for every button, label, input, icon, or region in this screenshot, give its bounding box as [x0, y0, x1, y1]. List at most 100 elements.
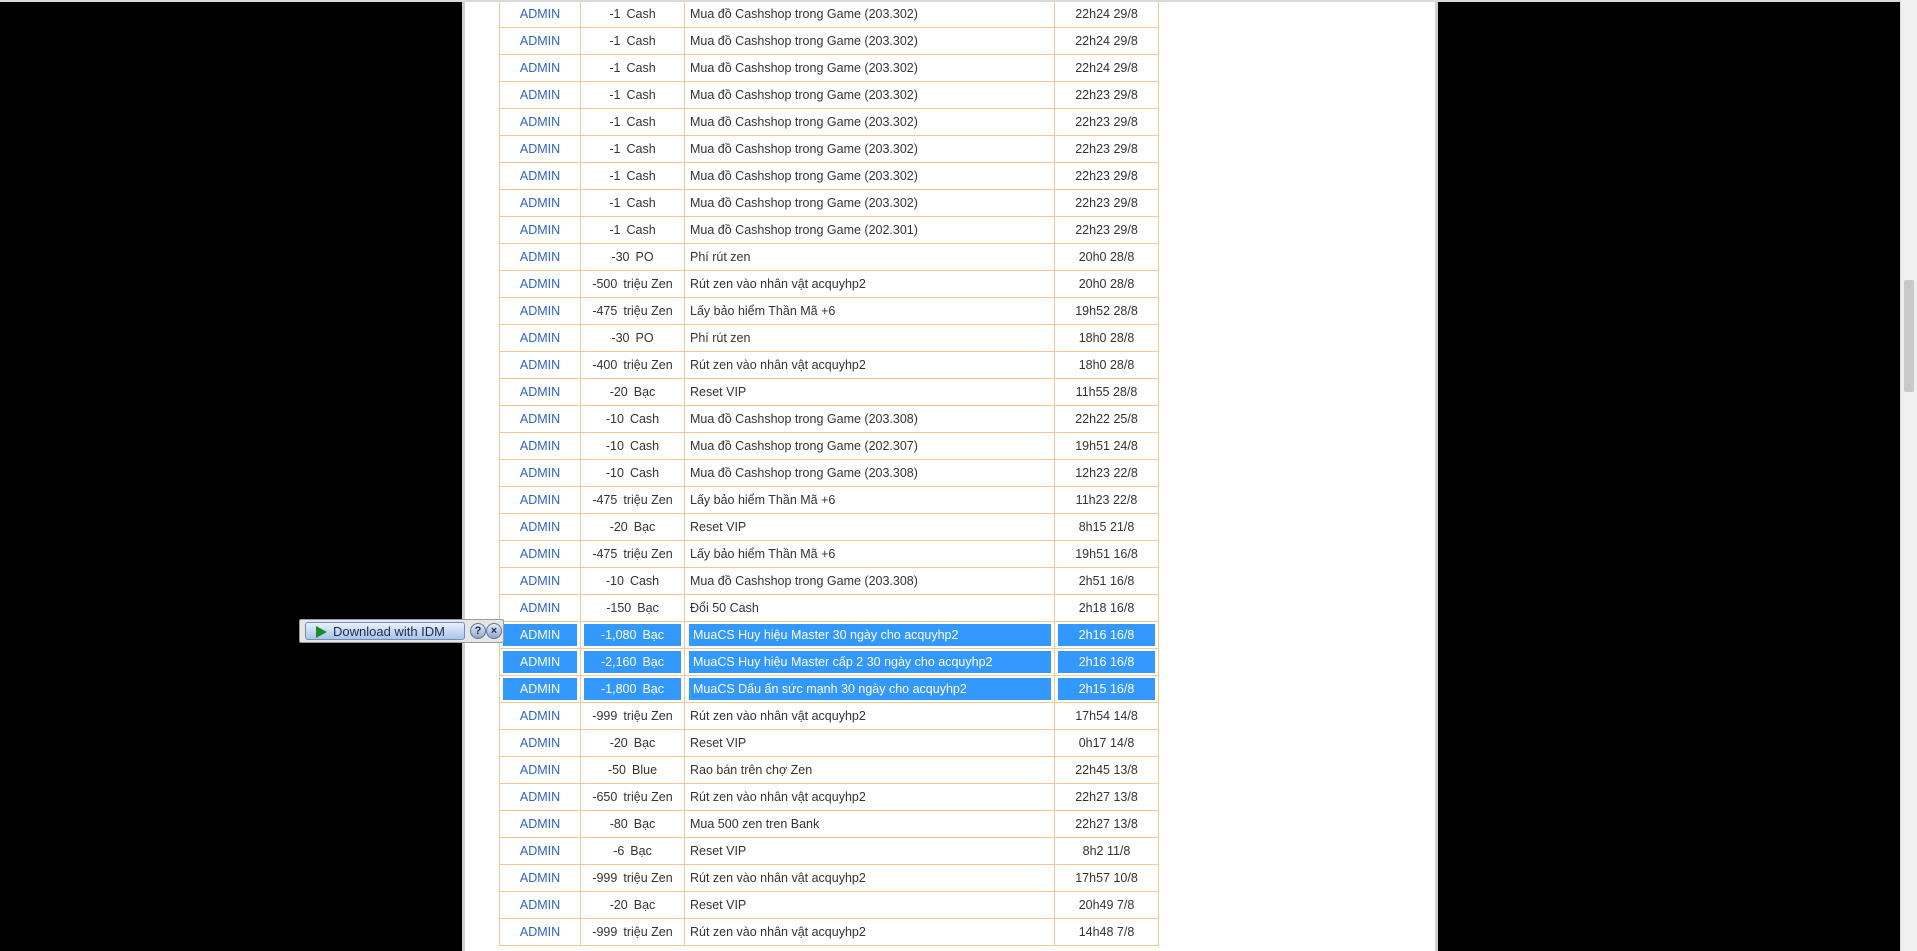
table-row: ADMIN -1 Cash Mua đồ Cashshop trong Game (2…	[499, 162, 1159, 190]
user-link[interactable]: ADMIN	[520, 898, 560, 912]
vertical-scrollbar[interactable]	[1900, 0, 1917, 951]
user-link[interactable]: ADMIN	[520, 547, 560, 561]
user-link[interactable]: ADMIN	[520, 493, 560, 507]
user-link[interactable]: ADMIN	[520, 574, 560, 588]
description-cell-content: Mua đồ Cashshop trong Game (203.302)	[690, 169, 918, 183]
description-cell: Reset VIP	[684, 729, 1055, 757]
table-row: ADMIN -1 Cash Mua đồ Cashshop trong Game (2…	[499, 81, 1159, 109]
description-cell: MuaCS Huy hiệu Master 30 ngày cho acquyh…	[684, 621, 1055, 649]
user-cell-content: ADMIN	[520, 790, 560, 804]
table-row: ADMIN -475 triệu Zen Lấy bảo hiểm Thần Mã +…	[499, 486, 1159, 514]
amount-value: -30	[611, 250, 630, 264]
time-cell-content: 22h23 29/8	[1075, 196, 1138, 210]
user-cell-content: ADMIN	[520, 871, 560, 885]
user-link[interactable]: ADMIN	[520, 655, 560, 669]
user-link[interactable]: ADMIN	[520, 790, 560, 804]
user-link[interactable]: ADMIN	[520, 628, 560, 642]
amount-cell-content: -1 Cash	[609, 223, 655, 237]
user-cell-content: ADMIN	[520, 169, 560, 183]
time-text: 14h48 7/8	[1078, 925, 1135, 939]
time-cell-content: 22h23 29/8	[1075, 223, 1138, 237]
user-link[interactable]: ADMIN	[520, 844, 560, 858]
time-text: 22h27 13/8	[1075, 817, 1138, 831]
table-row: ADMIN -500 triệu Zen Rút zen vào nhân vật a…	[499, 270, 1159, 298]
user-link[interactable]: ADMIN	[520, 925, 560, 939]
user-link[interactable]: ADMIN	[520, 412, 560, 426]
description-cell-content: Mua đồ Cashshop trong Game (203.302)	[690, 142, 918, 156]
user-link[interactable]: ADMIN	[520, 466, 560, 480]
user-link[interactable]: ADMIN	[520, 223, 560, 237]
user-link[interactable]: ADMIN	[520, 601, 560, 615]
time-cell-content: 22h27 13/8	[1075, 790, 1138, 804]
amount-cell-content: -20 Bạc	[610, 385, 656, 399]
description-cell: Mua đồ Cashshop trong Game (202.301)	[684, 216, 1055, 244]
user-link[interactable]: ADMIN	[520, 736, 560, 750]
time-cell-content: 22h45 13/8	[1075, 763, 1138, 777]
amount-cell-content: -1 Cash	[609, 115, 655, 129]
help-icon[interactable]: ?	[470, 623, 486, 639]
user-link[interactable]: ADMIN	[520, 61, 560, 75]
description-text: Mua đồ Cashshop trong Game (203.302)	[690, 34, 918, 48]
user-cell-content: ADMIN	[520, 358, 560, 372]
user-cell-content: ADMIN	[520, 898, 560, 912]
idm-download-panel: Download with IDM ? ×	[299, 619, 504, 643]
table-row: ADMIN -1 Cash Mua đồ Cashshop trong Game (2…	[499, 216, 1159, 244]
table-row: ADMIN -20 Bạc Reset VIP 11h55 28/8	[499, 378, 1159, 406]
user-link[interactable]: ADMIN	[520, 331, 560, 345]
time-cell-content: 22h23 29/8	[1075, 88, 1138, 102]
amount-value: -1	[609, 142, 621, 156]
time-text: 22h24 29/8	[1075, 34, 1138, 48]
user-link[interactable]: ADMIN	[520, 304, 560, 318]
amount-cell: -475 triệu Zen	[580, 486, 685, 514]
user-link[interactable]: ADMIN	[520, 439, 560, 453]
table-row: ADMIN -999 triệu Zen Rút zen vào nhân vật a…	[499, 702, 1159, 730]
user-link[interactable]: ADMIN	[520, 34, 560, 48]
user-link[interactable]: ADMIN	[520, 763, 560, 777]
download-with-idm-button[interactable]: Download with IDM	[305, 622, 465, 640]
description-cell: Mua đồ Cashshop trong Game (203.302)	[684, 54, 1055, 82]
time-cell: 17h54 14/8	[1054, 702, 1159, 730]
time-cell-content: 22h23 29/8	[1075, 169, 1138, 183]
user-link[interactable]: ADMIN	[520, 709, 560, 723]
user-link[interactable]: ADMIN	[520, 142, 560, 156]
user-cell-content: ADMIN	[520, 223, 560, 237]
time-cell: 22h23 29/8	[1054, 189, 1159, 217]
user-link[interactable]: ADMIN	[520, 277, 560, 291]
time-cell: 2h18 16/8	[1054, 594, 1159, 622]
table-row: ADMIN -1 Cash Mua đồ Cashshop trong Game (2…	[499, 189, 1159, 217]
time-cell: 22h27 13/8	[1054, 810, 1159, 838]
user-link[interactable]: ADMIN	[520, 817, 560, 831]
user-link[interactable]: ADMIN	[520, 196, 560, 210]
close-icon[interactable]: ×	[486, 623, 502, 639]
description-cell-content: Mua đồ Cashshop trong Game (203.302)	[690, 196, 918, 210]
user-link[interactable]: ADMIN	[520, 169, 560, 183]
table-row: ADMIN -400 triệu Zen Rút zen vào nhân vật a…	[499, 351, 1159, 379]
scrollbar-thumb[interactable]	[1904, 280, 1914, 392]
user-cell: ADMIN	[499, 891, 581, 919]
description-cell: Mua đồ Cashshop trong Game (203.308)	[684, 405, 1055, 433]
amount-value: -80	[609, 817, 628, 831]
user-link[interactable]: ADMIN	[520, 7, 560, 21]
user-link[interactable]: ADMIN	[520, 115, 560, 129]
time-text: 18h0 28/8	[1078, 358, 1135, 372]
user-link[interactable]: ADMIN	[520, 358, 560, 372]
description-cell-content: Đổi 50 Cash	[690, 601, 759, 615]
user-link[interactable]: ADMIN	[520, 682, 560, 696]
time-cell-content: 14h48 7/8	[1079, 925, 1135, 939]
table-row: ADMIN -1 Cash Mua đồ Cashshop trong Game (2…	[499, 27, 1159, 55]
description-text: Mua đồ Cashshop trong Game (203.302)	[690, 142, 918, 156]
user-link[interactable]: ADMIN	[520, 385, 560, 399]
description-text: Mua 500 zen tren Bank	[690, 817, 820, 831]
user-cell: ADMIN	[499, 189, 581, 217]
idm-button-label: Download with IDM	[333, 624, 445, 639]
description-cell: Rút zen vào nhân vật acquyhp2	[684, 864, 1055, 892]
user-link[interactable]: ADMIN	[520, 871, 560, 885]
amount-cell-content: -1 Cash	[609, 169, 655, 183]
user-cell-content: ADMIN	[520, 304, 560, 318]
user-link[interactable]: ADMIN	[520, 250, 560, 264]
user-link[interactable]: ADMIN	[520, 520, 560, 534]
amount-cell: -1 Cash	[580, 81, 685, 109]
description-cell: Lấy bảo hiểm Thần Mã +6	[684, 540, 1055, 568]
description-text: Mua đồ Cashshop trong Game (203.308)	[690, 412, 918, 426]
user-link[interactable]: ADMIN	[520, 88, 560, 102]
